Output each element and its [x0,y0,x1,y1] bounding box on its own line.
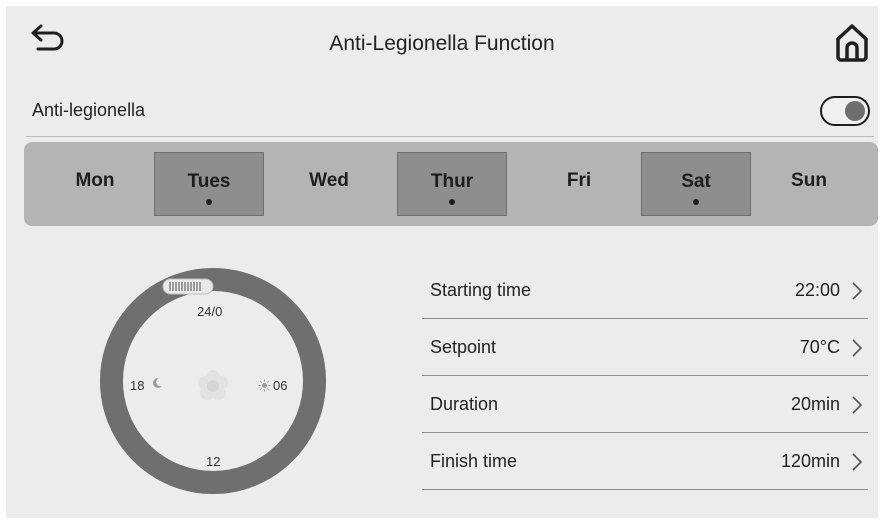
anti-legionella-row: Anti-legionella [26,96,874,137]
home-button[interactable] [832,20,872,64]
dial-label-bottom: 12 [206,454,221,469]
selected-dot [449,199,455,205]
setpoint-row[interactable]: Setpoint 70°C [422,319,868,376]
dial-label-right: 06 [273,378,288,393]
dial-label-left: 18 [130,378,145,393]
chevron-right-icon [852,396,863,414]
center-flower-icon [198,370,228,400]
anti-legionella-label: Anti-legionella [32,100,146,120]
setting-value: 22:00 [794,280,840,300]
chevron-right-icon [852,339,863,357]
screen: Anti-Legionella Function Anti-legionella… [6,6,878,518]
day-sun[interactable]: Sun [754,152,864,216]
setting-name: Starting time [430,280,532,300]
setting-name: Finish time [430,451,518,471]
selected-dot [693,199,699,205]
setting-value: 70°C [799,337,840,357]
starting-time-row[interactable]: Starting time 22:00 [422,262,868,319]
finish-time-row[interactable]: Finish time 120min [422,433,868,490]
day-thur[interactable]: Thur [397,152,507,216]
moon-icon [153,377,162,388]
sun-icon [258,379,271,392]
duration-row[interactable]: Duration 20min [422,376,868,433]
chevron-right-icon [852,282,863,300]
weekday-selector: Mon Tues Wed Thur Fri Sat Sun [24,142,878,226]
setting-value: 120min [780,451,840,471]
chevron-right-icon [852,453,863,471]
day-label: Tues [187,171,231,192]
header: Anti-Legionella Function [6,6,878,86]
day-label: Wed [309,170,349,191]
home-icon [836,24,868,62]
day-tues[interactable]: Tues [154,152,264,216]
schedule-dial: 24/0 18 06 12 [100,268,326,494]
setting-name: Duration [430,394,499,414]
day-label: Mon [75,170,115,191]
day-label: Thur [430,171,474,192]
day-fri[interactable]: Fri [524,152,634,216]
selected-dot [206,199,212,205]
toggle-knob [845,101,865,121]
day-wed[interactable]: Wed [274,152,384,216]
anti-legionella-toggle[interactable] [820,96,870,126]
dial-label-top: 24/0 [197,304,223,319]
setting-value: 20min [790,394,840,414]
day-label: Sun [791,170,827,191]
day-sat[interactable]: Sat [641,152,751,216]
day-label: Sat [681,171,711,192]
dial-marker-icon [162,278,214,295]
day-mon[interactable]: Mon [40,152,150,216]
setting-name: Setpoint [430,337,497,357]
settings-list: Starting time 22:00 Setpoint 70°C Durati… [422,262,868,490]
page-title: Anti-Legionella Function [329,32,555,55]
day-label: Fri [566,170,592,191]
